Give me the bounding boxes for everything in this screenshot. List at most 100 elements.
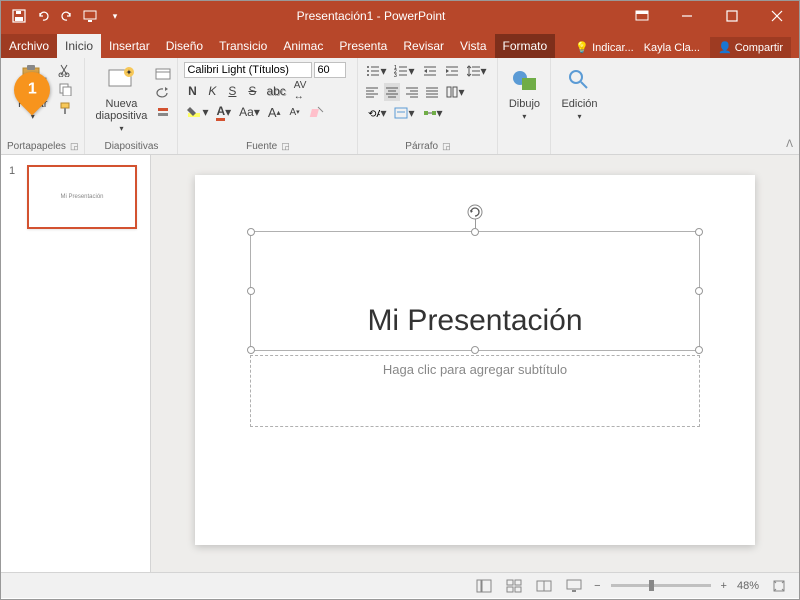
fit-to-window-icon[interactable] [769, 577, 789, 595]
resize-handle[interactable] [247, 346, 255, 354]
user-name[interactable]: Kayla Cla... [644, 42, 700, 54]
increase-font-icon[interactable]: A▴ [266, 103, 283, 121]
save-icon[interactable] [11, 8, 27, 24]
format-painter-icon[interactable] [57, 100, 73, 116]
resize-handle[interactable] [695, 287, 703, 295]
resize-handle[interactable] [471, 346, 479, 354]
start-from-beginning-icon[interactable] [83, 8, 99, 24]
slide-canvas[interactable]: Mi Presentación Haga clic para agregar s… [151, 155, 799, 572]
qat-customize-icon[interactable]: ▾ [107, 8, 123, 24]
title-placeholder[interactable]: Mi Presentación [250, 231, 700, 351]
tell-me[interactable]: 💡 Indicar... [575, 41, 633, 54]
undo-icon[interactable] [35, 8, 51, 24]
section-icon[interactable] [155, 104, 171, 120]
tab-insert[interactable]: Insertar [101, 34, 158, 58]
group-editing: Edición▾ [551, 58, 607, 154]
group-paragraph: ▾ 123▾ ▾ ▾ ⟲A▾ ▾ ▾ Párrafo◲ [358, 58, 498, 154]
underline-button[interactable]: S [224, 82, 240, 100]
font-color-icon[interactable]: A▾ [214, 103, 233, 121]
justify-icon[interactable] [424, 83, 440, 101]
maximize-icon[interactable] [709, 1, 754, 31]
italic-button[interactable]: K [204, 82, 220, 100]
increase-indent-icon[interactable] [443, 62, 461, 80]
align-right-icon[interactable] [404, 83, 420, 101]
svg-text:3: 3 [394, 73, 397, 77]
bold-button[interactable]: N [184, 82, 200, 100]
tab-format[interactable]: Formato [495, 34, 556, 58]
layout-icon[interactable] [155, 66, 171, 82]
tab-slideshow[interactable]: Presenta [331, 34, 395, 58]
bullets-icon[interactable]: ▾ [364, 62, 388, 80]
group-slides: ✦ Nueva diapositiva▾ Diapositivas [85, 58, 178, 154]
decrease-indent-icon[interactable] [421, 62, 439, 80]
resize-handle[interactable] [247, 287, 255, 295]
shadow-button[interactable]: abc [264, 82, 287, 100]
tab-file[interactable]: Archivo [1, 34, 57, 58]
line-spacing-icon[interactable]: ▾ [465, 62, 489, 80]
font-size-select[interactable] [314, 62, 346, 78]
paragraph-launcher-icon[interactable]: ◲ [442, 141, 451, 152]
share-button[interactable]: 👤 Compartir [710, 37, 791, 58]
resize-handle[interactable] [471, 228, 479, 236]
zoom-in-button[interactable]: + [721, 580, 727, 592]
new-slide-button[interactable]: ✦ Nueva diapositiva▾ [91, 62, 151, 135]
tab-home[interactable]: Inicio [57, 34, 101, 58]
zoom-out-button[interactable]: − [594, 580, 600, 592]
drawing-button[interactable]: Dibujo▾ [504, 62, 544, 123]
character-spacing-icon[interactable]: AV↔ [292, 82, 309, 100]
resize-handle[interactable] [695, 228, 703, 236]
smartart-icon[interactable]: ▾ [421, 104, 445, 122]
zoom-level[interactable]: 48% [737, 580, 759, 592]
new-slide-icon: ✦ [105, 64, 137, 96]
reading-view-icon[interactable] [534, 577, 554, 595]
slide-number: 1 [9, 165, 15, 177]
tab-transitions[interactable]: Transicio [211, 34, 275, 58]
highlight-icon[interactable]: ▾ [184, 103, 210, 121]
slide-thumbnail-1[interactable]: Mi Presentación [27, 165, 137, 229]
collapse-ribbon-icon[interactable]: ᐱ [786, 139, 793, 150]
tab-animations[interactable]: Animac [275, 34, 331, 58]
change-case-button[interactable]: Aa▾ [237, 103, 262, 121]
resize-handle[interactable] [247, 228, 255, 236]
reset-icon[interactable] [155, 85, 171, 101]
align-text-icon[interactable]: ▾ [392, 104, 416, 122]
svg-text:✦: ✦ [126, 68, 133, 77]
window-title: Presentación1 - PowerPoint [123, 9, 619, 23]
slideshow-view-icon[interactable] [564, 577, 584, 595]
editing-button[interactable]: Edición▾ [557, 62, 601, 123]
cut-icon[interactable] [57, 62, 73, 78]
clipboard-launcher-icon[interactable]: ◲ [70, 141, 79, 152]
slide-sorter-view-icon[interactable] [504, 577, 524, 595]
normal-view-icon[interactable] [474, 577, 494, 595]
strikethrough-button[interactable]: S [244, 82, 260, 100]
zoom-slider[interactable] [611, 584, 711, 587]
tab-view[interactable]: Vista [452, 34, 494, 58]
align-left-icon[interactable] [364, 83, 380, 101]
ribbon-display-options-icon[interactable] [619, 1, 664, 31]
status-bar: − + 48% [1, 572, 799, 598]
font-launcher-icon[interactable]: ◲ [281, 141, 290, 152]
text-direction-icon[interactable]: ⟲A▾ [364, 104, 388, 122]
numbering-icon[interactable]: 123▾ [392, 62, 416, 80]
slide-thumbnail-panel: 1 Mi Presentación [1, 155, 151, 572]
resize-handle[interactable] [695, 346, 703, 354]
columns-icon[interactable]: ▾ [444, 83, 466, 101]
shapes-icon [508, 64, 540, 96]
font-name-select[interactable] [184, 62, 312, 78]
copy-icon[interactable] [57, 81, 73, 97]
redo-icon[interactable] [59, 8, 75, 24]
group-font: N K S S abc AV↔ ▾ A▾ Aa▾ A▴ A▾ Fuente◲ [178, 58, 358, 154]
close-icon[interactable] [754, 1, 799, 31]
subtitle-placeholder[interactable]: Haga clic para agregar subtítulo [250, 355, 700, 427]
tab-review[interactable]: Revisar [395, 34, 452, 58]
svg-text:⟲A: ⟲A [368, 109, 380, 119]
minimize-icon[interactable] [664, 1, 709, 31]
title-text[interactable]: Mi Presentación [251, 304, 699, 338]
clear-formatting-icon[interactable] [307, 103, 327, 121]
slide: Mi Presentación Haga clic para agregar s… [195, 175, 755, 545]
decrease-font-icon[interactable]: A▾ [287, 103, 303, 121]
tab-design[interactable]: Diseño [158, 34, 211, 58]
align-center-icon[interactable] [384, 83, 400, 101]
rotate-handle-icon[interactable] [467, 204, 483, 220]
find-icon [563, 64, 595, 96]
